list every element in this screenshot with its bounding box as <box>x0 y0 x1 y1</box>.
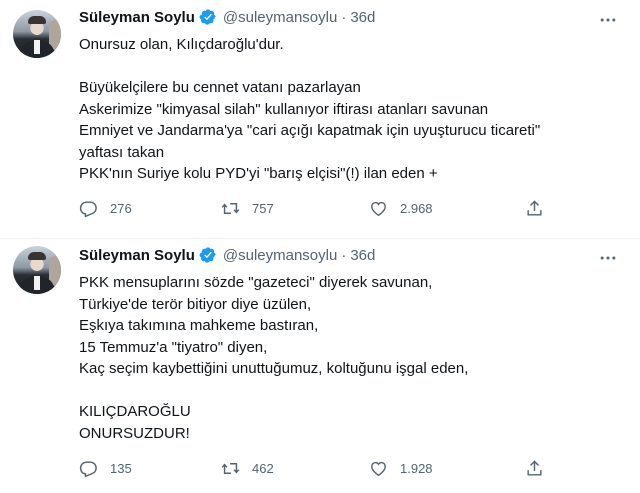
timestamp[interactable]: 36d <box>350 9 375 26</box>
tweet-1[interactable]: Süleyman Soylu @suleymansoylu · 36d Onur… <box>0 0 640 238</box>
author-handle[interactable]: @suleymansoylu <box>223 9 337 26</box>
reply-icon <box>79 201 97 218</box>
reply-count: 276 <box>110 201 132 216</box>
more-options-icon[interactable] <box>598 248 618 268</box>
separator-dot: · <box>341 246 347 264</box>
heart-icon <box>371 461 386 477</box>
author-handle[interactable]: @suleymansoylu <box>223 247 337 264</box>
avatar[interactable] <box>13 246 61 294</box>
retweet-icon <box>221 203 240 214</box>
verified-badge-icon <box>199 247 216 263</box>
reply-icon <box>79 461 97 478</box>
retweet-icon <box>221 463 240 474</box>
timestamp[interactable]: 36d <box>350 247 375 264</box>
verified-badge-icon <box>199 9 216 25</box>
tweet-text: Onursuz olan, Kılıçdaroğlu'dur. Büyükelç… <box>79 36 541 182</box>
share-icon <box>527 200 542 216</box>
retweet-count: 757 <box>252 201 274 216</box>
like-button[interactable]: 1.928 <box>369 459 433 478</box>
share-button[interactable] <box>525 459 556 478</box>
avatar[interactable] <box>13 10 61 58</box>
tweet-actions: 135 462 1.928 <box>79 459 569 481</box>
separator-dot: · <box>341 8 347 26</box>
heart-icon <box>371 201 386 217</box>
reply-button[interactable]: 135 <box>79 459 132 478</box>
retweet-count: 462 <box>252 461 274 476</box>
share-button[interactable] <box>525 199 556 218</box>
tweet-actions: 276 757 2.968 <box>79 199 569 221</box>
tweet-2[interactable]: Süleyman Soylu @suleymansoylu · 36d PKK … <box>0 239 640 493</box>
like-count: 1.928 <box>400 461 433 476</box>
tweet-text: PKK mensuplarını sözde "gazeteci" diyere… <box>79 274 469 442</box>
reply-count: 135 <box>110 461 132 476</box>
retweet-button[interactable]: 757 <box>221 199 274 218</box>
retweet-button[interactable]: 462 <box>221 459 274 478</box>
more-options-icon[interactable] <box>598 10 618 30</box>
tweet-header: Süleyman Soylu @suleymansoylu · 36d <box>79 246 375 264</box>
reply-button[interactable]: 276 <box>79 199 132 218</box>
author-name[interactable]: Süleyman Soylu <box>79 247 195 264</box>
author-name[interactable]: Süleyman Soylu <box>79 9 195 26</box>
share-icon <box>527 460 542 476</box>
like-count: 2.968 <box>400 201 433 216</box>
tweet-header: Süleyman Soylu @suleymansoylu · 36d <box>79 8 375 26</box>
like-button[interactable]: 2.968 <box>369 199 433 218</box>
